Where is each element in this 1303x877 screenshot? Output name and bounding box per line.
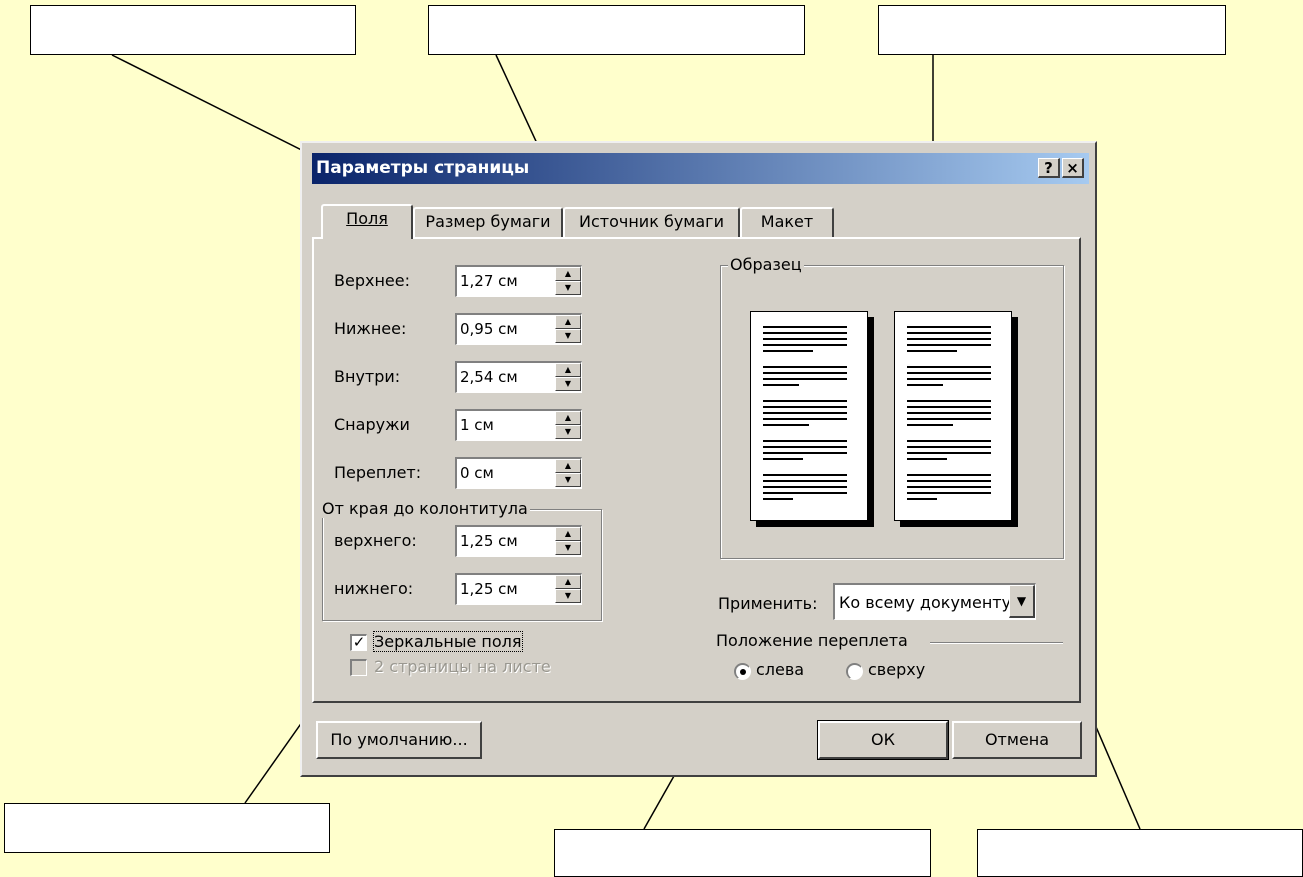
margins-panel: Верхнее: 1,27 см ▲ ▼ Нижнее: 0,95 см ▲ ▼ В…: [312, 237, 1081, 703]
spin-up-icon[interactable]: ▲: [555, 527, 581, 541]
outside-margin-label: Снаружи: [334, 415, 410, 434]
gutter-position-title: Положение переплета: [714, 631, 910, 650]
footer-distance-label: нижнего:: [334, 579, 414, 598]
tab-paper-source[interactable]: Источник бумаги: [563, 207, 740, 237]
mirror-margins-label[interactable]: Зеркальные поля: [373, 631, 523, 652]
inside-margin-spinner[interactable]: 2,54 см ▲ ▼: [455, 361, 582, 393]
apply-select[interactable]: Ко всему документу ▼: [833, 583, 1036, 620]
gutter-value[interactable]: 0 см: [460, 464, 494, 482]
spin-down-icon[interactable]: ▼: [555, 377, 581, 391]
callout-box-bottom-right: [977, 829, 1303, 877]
spin-up-icon[interactable]: ▲: [555, 267, 581, 281]
two-pages-label: 2 страницы на листе: [374, 657, 551, 676]
two-pages-checkbox[interactable]: [350, 659, 367, 676]
preview-group-title: Образец: [728, 255, 804, 274]
set-default-button[interactable]: По умолчанию...: [316, 721, 482, 759]
gutter-position-separator: [930, 642, 1063, 644]
header-footer-group-title: От края до колонтитула: [320, 499, 530, 518]
gutter-left-radio[interactable]: [734, 663, 751, 680]
bottom-margin-value[interactable]: 0,95 см: [460, 320, 518, 338]
inside-margin-label: Внутри:: [334, 367, 401, 386]
dialog-title: Параметры страницы: [316, 158, 530, 178]
callout-box-bottom-left: [4, 803, 330, 853]
callout-box-top-middle: [428, 5, 805, 55]
spin-down-icon[interactable]: ▼: [555, 329, 581, 343]
preview-page-right: [894, 311, 1012, 521]
help-button[interactable]: ?: [1038, 158, 1060, 178]
title-bar[interactable]: Параметры страницы ? ×: [312, 153, 1089, 184]
gutter-spinner[interactable]: 0 см ▲ ▼: [455, 457, 582, 489]
callout-box-bottom-middle: [554, 829, 931, 877]
tab-margins[interactable]: Поля: [321, 204, 413, 239]
gutter-left-label[interactable]: слева: [756, 660, 804, 679]
header-distance-value[interactable]: 1,25 см: [460, 532, 518, 550]
bottom-margin-spinner[interactable]: 0,95 см ▲ ▼: [455, 313, 582, 345]
callout-box-top-left: [30, 5, 356, 55]
spin-down-icon[interactable]: ▼: [555, 589, 581, 603]
spin-up-icon[interactable]: ▲: [555, 459, 581, 473]
outside-margin-value[interactable]: 1 см: [460, 416, 494, 434]
footer-distance-spinner[interactable]: 1,25 см ▲ ▼: [455, 573, 582, 605]
top-margin-label: Верхнее:: [334, 271, 410, 290]
apply-value[interactable]: Ко всему документу: [839, 593, 1011, 612]
gutter-label: Переплет:: [334, 463, 422, 482]
top-margin-value[interactable]: 1,27 см: [460, 272, 518, 290]
spin-down-icon[interactable]: ▼: [555, 541, 581, 555]
spin-up-icon[interactable]: ▲: [555, 411, 581, 425]
spin-up-icon[interactable]: ▲: [555, 315, 581, 329]
gutter-top-radio[interactable]: [846, 663, 863, 680]
ok-button[interactable]: ОК: [817, 720, 949, 760]
spin-up-icon[interactable]: ▲: [555, 363, 581, 377]
mirror-margins-checkbox[interactable]: ✓: [350, 634, 367, 651]
spin-down-icon[interactable]: ▼: [555, 425, 581, 439]
inside-margin-value[interactable]: 2,54 см: [460, 368, 518, 386]
tab-layout[interactable]: Макет: [740, 207, 834, 237]
page-setup-dialog: Параметры страницы ? × Поля Размер бумаг…: [300, 141, 1097, 777]
header-distance-spinner[interactable]: 1,25 см ▲ ▼: [455, 525, 582, 557]
footer-distance-value[interactable]: 1,25 см: [460, 580, 518, 598]
gutter-top-label[interactable]: сверху: [868, 660, 925, 679]
dropdown-arrow-icon[interactable]: ▼: [1009, 585, 1035, 618]
top-margin-spinner[interactable]: 1,27 см ▲ ▼: [455, 265, 582, 297]
cancel-button[interactable]: Отмена: [952, 721, 1082, 759]
close-button[interactable]: ×: [1062, 158, 1084, 178]
outside-margin-spinner[interactable]: 1 см ▲ ▼: [455, 409, 582, 441]
spin-up-icon[interactable]: ▲: [555, 575, 581, 589]
spin-down-icon[interactable]: ▼: [555, 473, 581, 487]
spin-down-icon[interactable]: ▼: [555, 281, 581, 295]
tab-paper-size[interactable]: Размер бумаги: [413, 207, 563, 237]
bottom-margin-label: Нижнее:: [334, 319, 407, 338]
apply-label: Применить:: [718, 594, 818, 613]
callout-box-top-right: [878, 5, 1226, 55]
header-distance-label: верхнего:: [334, 531, 417, 550]
preview-page-left: [750, 311, 868, 521]
